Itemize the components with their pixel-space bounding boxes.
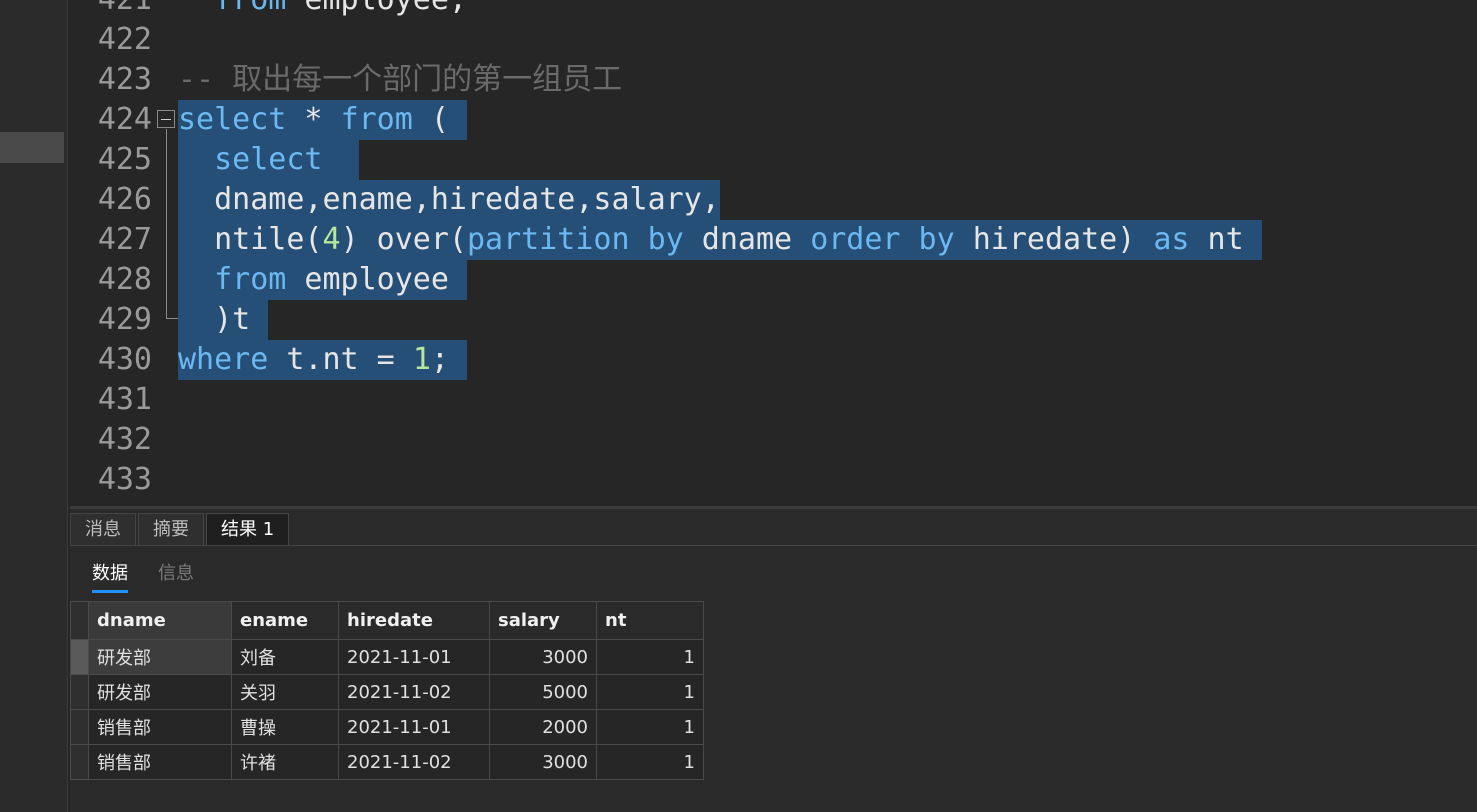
code-text: dname,ename,hiredate,salary, — [178, 180, 720, 220]
code-line: 423 -- 取出每一个部门的第一组员工 — [70, 60, 1477, 100]
line-number: 433 — [97, 462, 152, 497]
column-header-hiredate[interactable]: hiredate — [338, 601, 490, 640]
cell-salary[interactable]: 2000 — [489, 709, 597, 745]
tabs-divider — [70, 545, 1477, 546]
table-row[interactable]: 销售部 许褚 2021-11-02 3000 1 — [70, 744, 704, 780]
side-strip — [0, 0, 68, 812]
column-header-ename[interactable]: ename — [231, 601, 339, 640]
side-selected-item[interactable] — [0, 132, 64, 163]
row-indicator[interactable] — [70, 709, 89, 745]
code-text: select * from ( — [178, 100, 467, 140]
cell-ename[interactable]: 关羽 — [231, 674, 339, 710]
cell-hiredate[interactable]: 2021-11-02 — [338, 674, 490, 710]
code-line: 427 ntile(4) over(partition by dname ord… — [70, 220, 1477, 260]
row-indicator[interactable] — [70, 639, 89, 675]
line-number: 432 — [97, 422, 152, 457]
table-row[interactable]: 研发部 关羽 2021-11-02 5000 1 — [70, 674, 704, 710]
code-line: 426 dname,ename,hiredate,salary, — [70, 180, 1477, 220]
line-number: 429 — [97, 302, 152, 337]
code-text: where t.nt = 1; — [178, 340, 467, 380]
line-number: 431 — [97, 382, 152, 417]
header-row: dname ename hiredate salary nt — [70, 601, 704, 640]
cell-ename[interactable]: 许褚 — [231, 744, 339, 780]
fold-guide-end — [166, 318, 178, 319]
tab-result-1[interactable]: 结果 1 — [206, 513, 290, 545]
column-header-nt[interactable]: nt — [596, 601, 704, 640]
tab-summary[interactable]: 摘要 — [138, 513, 204, 545]
panel-tabs: 消息 摘要 结果 1 — [70, 513, 291, 545]
column-header-dname[interactable]: dname — [88, 601, 232, 640]
code-text: from employee — [178, 260, 467, 300]
row-indicator-header — [70, 601, 89, 640]
cell-ename[interactable]: 刘备 — [231, 639, 339, 675]
line-number: 422 — [97, 22, 152, 57]
cell-dname[interactable]: 研发部 — [88, 639, 232, 675]
code-text: ntile(4) over(partition by dname order b… — [178, 220, 1262, 260]
sql-comment: -- 取出每一个部门的第一组员工 — [178, 62, 623, 97]
cell-nt[interactable]: 1 — [596, 709, 704, 745]
code-line: 431 — [70, 380, 1477, 420]
cell-ename[interactable]: 曹操 — [231, 709, 339, 745]
cell-hiredate[interactable]: 2021-11-01 — [338, 709, 490, 745]
code-line: 421 from employee; — [70, 0, 1477, 20]
code-text: )t — [178, 300, 269, 340]
result-subtabs: 数据 信息 — [92, 559, 224, 593]
code-line: 425 select — [70, 140, 1477, 180]
tab-messages[interactable]: 消息 — [70, 513, 136, 545]
code-line: 432 — [70, 420, 1477, 460]
code-line: 429 )t — [70, 300, 1477, 340]
subtab-data[interactable]: 数据 — [92, 559, 128, 593]
column-header-salary[interactable]: salary — [489, 601, 597, 640]
line-number: 426 — [97, 182, 152, 217]
cell-salary[interactable]: 3000 — [489, 744, 597, 780]
code-line: 428 from employee — [70, 260, 1477, 300]
code-line: 430 where t.nt = 1; — [70, 340, 1477, 380]
cell-hiredate[interactable]: 2021-11-01 — [338, 639, 490, 675]
code-text: select — [178, 140, 359, 180]
cell-dname[interactable]: 研发部 — [88, 674, 232, 710]
code-line: 422 — [70, 20, 1477, 60]
cell-salary[interactable]: 3000 — [489, 639, 597, 675]
line-number: 427 — [97, 222, 152, 257]
line-number: 430 — [97, 342, 152, 377]
cell-nt[interactable]: 1 — [596, 674, 704, 710]
cell-nt[interactable]: 1 — [596, 744, 704, 780]
results-panel: 消息 摘要 结果 1 数据 信息 dname ename hiredate sa… — [70, 506, 1477, 812]
code-text: from employee; — [178, 0, 467, 20]
line-number: 423 — [97, 62, 152, 97]
subtab-info[interactable]: 信息 — [158, 559, 194, 593]
cell-salary[interactable]: 5000 — [489, 674, 597, 710]
fold-guide-line — [166, 129, 167, 318]
line-number: 424 — [97, 102, 152, 137]
result-table: dname ename hiredate salary nt 研发部 刘备 20… — [70, 601, 704, 780]
row-indicator[interactable] — [70, 744, 89, 780]
cell-dname[interactable]: 销售部 — [88, 709, 232, 745]
line-number: 428 — [97, 262, 152, 297]
sql-editor[interactable]: 421 from employee; 422 423 -- 取出每一个部门的第一… — [70, 0, 1477, 506]
cell-dname[interactable]: 销售部 — [88, 744, 232, 780]
row-indicator[interactable] — [70, 674, 89, 710]
table-row[interactable]: 研发部 刘备 2021-11-01 3000 1 — [70, 639, 704, 675]
line-number: 421 — [70, 0, 152, 20]
code-line: 433 — [70, 460, 1477, 500]
code-line: 424 select * from ( — [70, 100, 1477, 140]
fold-collapse-icon[interactable] — [157, 110, 175, 128]
cell-nt[interactable]: 1 — [596, 639, 704, 675]
result-grid[interactable]: dname ename hiredate salary nt 研发部 刘备 20… — [70, 601, 704, 780]
line-number: 425 — [97, 142, 152, 177]
cell-hiredate[interactable]: 2021-11-02 — [338, 744, 490, 780]
table-row[interactable]: 销售部 曹操 2021-11-01 2000 1 — [70, 709, 704, 745]
